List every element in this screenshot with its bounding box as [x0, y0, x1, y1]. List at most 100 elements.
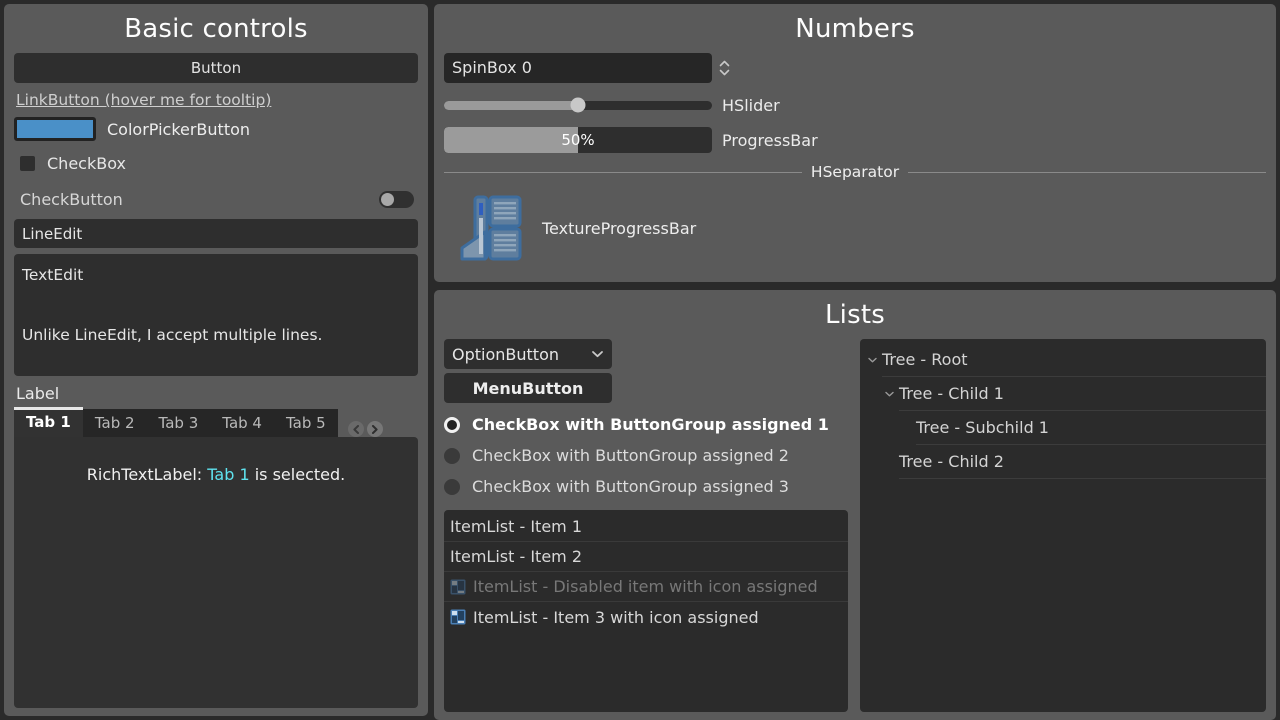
- button[interactable]: Button: [14, 53, 418, 83]
- color-picker-button[interactable]: [14, 117, 96, 141]
- tab-scroll-left-icon[interactable]: [348, 421, 364, 437]
- option-button[interactable]: OptionButton: [444, 339, 612, 369]
- tree-row-root[interactable]: Tree - Root: [860, 343, 1266, 377]
- tab-scroll-arrows: [348, 421, 383, 437]
- rich-text-prefix: RichTextLabel:: [87, 465, 208, 484]
- texture-progress-bar-icon: [456, 192, 528, 264]
- lists-panel: Lists OptionButton MenuButton CheckBox w…: [434, 290, 1276, 720]
- h-slider-label: HSlider: [722, 96, 780, 115]
- tree-expand-arrow-icon[interactable]: [868, 357, 882, 363]
- list-item[interactable]: ItemList - Item 1: [444, 512, 848, 542]
- option-button-label: OptionButton: [452, 345, 591, 364]
- tab-bar: Tab 1 Tab 2 Tab 3 Tab 4 Tab 5: [14, 407, 418, 437]
- tab-5[interactable]: Tab 5: [274, 409, 338, 437]
- radio-indicator-icon: [444, 448, 460, 464]
- checkbox-box-icon: [20, 156, 35, 171]
- item-list-item-2-label: ItemList - Item 2: [450, 547, 582, 566]
- radio-button-2[interactable]: CheckBox with ButtonGroup assigned 2: [444, 446, 848, 465]
- tree-row-subchild-1-label: Tree - Subchild 1: [916, 418, 1049, 437]
- list-item[interactable]: ItemList - Item 2: [444, 542, 848, 572]
- check-button-label: CheckButton: [20, 190, 123, 209]
- tab-3[interactable]: Tab 3: [147, 409, 211, 437]
- panel-container-icon: [450, 609, 466, 625]
- tree-row-root-label: Tree - Root: [882, 350, 968, 369]
- tab-content-panel: RichTextLabel: Tab 1 is selected.: [14, 437, 418, 708]
- panel-title-basic-controls: Basic controls: [14, 12, 418, 46]
- lists-right-column: Tree - Root Tree - Child 1 Tree - Subchi…: [860, 339, 1266, 712]
- h-slider-knob[interactable]: [571, 98, 586, 113]
- hslider-row: HSlider: [444, 90, 1266, 120]
- item-list[interactable]: ItemList - Item 1 ItemList - Item 2 Item…: [444, 510, 848, 712]
- tree[interactable]: Tree - Root Tree - Child 1 Tree - Subchi…: [860, 339, 1266, 712]
- numbers-panel: Numbers SpinBox 0 HSlider: [434, 4, 1276, 282]
- h-separator-line-left: [444, 172, 802, 173]
- progress-bar-label: ProgressBar: [722, 131, 818, 150]
- h-separator-label: HSeparator: [802, 163, 908, 181]
- app-root: Basic controls Button LinkButton (hover …: [0, 0, 1280, 720]
- list-item[interactable]: ItemList - Item 3 with icon assigned: [444, 602, 848, 632]
- menu-button[interactable]: MenuButton: [444, 373, 612, 403]
- tree-row-child-1[interactable]: Tree - Child 1: [860, 377, 1266, 411]
- left-column: Basic controls Button LinkButton (hover …: [4, 4, 428, 720]
- rich-text-suffix: is selected.: [250, 465, 346, 484]
- tree-row-child-2-label: Tree - Child 2: [899, 452, 1004, 471]
- item-list-item-1-label: ItemList - Item 1: [450, 517, 582, 536]
- progressbar-row: 50% ProgressBar: [444, 127, 1266, 153]
- h-separator-line-right: [908, 172, 1266, 173]
- h-separator: HSeparator: [444, 163, 1266, 181]
- radio-button-1[interactable]: CheckBox with ButtonGroup assigned 1: [444, 415, 848, 434]
- toggle-switch-icon[interactable]: [379, 191, 414, 208]
- spinbox-row: SpinBox 0: [444, 53, 1266, 83]
- radio-button-3-label: CheckBox with ButtonGroup assigned 3: [472, 477, 789, 496]
- chevron-down-icon: [719, 69, 730, 76]
- tree-row-child-2-cell: Tree - Child 2: [899, 445, 1266, 479]
- rich-text-highlight: Tab 1: [207, 465, 249, 484]
- h-slider[interactable]: [444, 90, 712, 120]
- panel-title-numbers: Numbers: [444, 12, 1266, 46]
- lists-body: OptionButton MenuButton CheckBox with Bu…: [444, 339, 1266, 712]
- spin-box-input[interactable]: SpinBox 0: [444, 53, 712, 83]
- radio-button-1-label: CheckBox with ButtonGroup assigned 1: [472, 415, 829, 434]
- h-slider-fill: [444, 101, 578, 110]
- item-list-item-3-label: ItemList - Disabled item with icon assig…: [473, 577, 818, 596]
- color-picker-label: ColorPickerButton: [107, 120, 250, 139]
- text-edit-input[interactable]: TextEdit Unlike LineEdit, I accept multi…: [14, 254, 418, 376]
- tree-row-child-2[interactable]: Tree - Child 2: [860, 445, 1266, 479]
- radio-indicator-icon: [444, 417, 460, 433]
- tree-expand-arrow-icon[interactable]: [885, 391, 899, 397]
- lists-left-column: OptionButton MenuButton CheckBox with Bu…: [444, 339, 848, 712]
- tree-row-child-1-label: Tree - Child 1: [899, 384, 1004, 403]
- label: Label: [16, 384, 418, 403]
- tab-4[interactable]: Tab 4: [210, 409, 274, 437]
- radio-button-2-label: CheckBox with ButtonGroup assigned 2: [472, 446, 789, 465]
- list-item-disabled: ItemList - Disabled item with icon assig…: [444, 572, 848, 602]
- tree-row-root-cell: Tree - Root: [882, 343, 1266, 377]
- tree-row-child-1-cell: Tree - Child 1: [899, 377, 1266, 411]
- checkbox-label: CheckBox: [47, 154, 126, 173]
- line-edit-input[interactable]: [14, 219, 418, 248]
- radio-button-3[interactable]: CheckBox with ButtonGroup assigned 3: [444, 477, 848, 496]
- basic-controls-panel: Basic controls Button LinkButton (hover …: [4, 4, 428, 716]
- chevron-down-icon: [591, 350, 604, 358]
- check-button[interactable]: CheckButton: [20, 190, 414, 209]
- link-button[interactable]: LinkButton (hover me for tooltip): [16, 91, 271, 109]
- rich-text-label: RichTextLabel: Tab 1 is selected.: [87, 465, 345, 484]
- tree-row-subchild-1-cell: Tree - Subchild 1: [916, 411, 1266, 445]
- tab-scroll-right-icon[interactable]: [367, 421, 383, 437]
- item-list-item-4-label: ItemList - Item 3 with icon assigned: [473, 608, 759, 627]
- progress-bar-value: 50%: [444, 127, 712, 153]
- chevron-up-icon: [719, 60, 730, 67]
- spin-box-stepper[interactable]: [715, 60, 733, 76]
- color-picker-row: ColorPickerButton: [14, 113, 418, 145]
- texture-progress-row: TextureProgressBar: [444, 187, 1266, 272]
- checkbox[interactable]: CheckBox: [20, 154, 418, 173]
- radio-indicator-icon: [444, 479, 460, 495]
- h-slider-track: [444, 101, 712, 110]
- tab-2[interactable]: Tab 2: [83, 409, 147, 437]
- panel-container-icon: [450, 579, 466, 595]
- texture-progress-bar-label: TextureProgressBar: [542, 219, 696, 238]
- tab-1[interactable]: Tab 1: [14, 407, 83, 437]
- tree-row-subchild-1[interactable]: Tree - Subchild 1: [860, 411, 1266, 445]
- progress-bar: 50%: [444, 127, 712, 153]
- right-column: Numbers SpinBox 0 HSlider: [434, 4, 1276, 720]
